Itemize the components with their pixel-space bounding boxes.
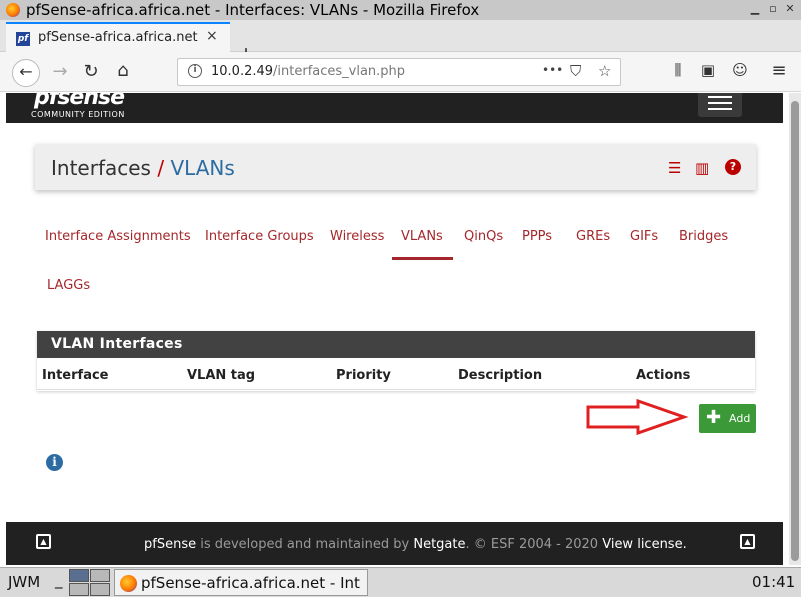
home-button[interactable]: ⌂	[110, 60, 136, 81]
footer-text-1: is developed and maintained by	[196, 537, 414, 552]
forward-button[interactable]: →	[47, 61, 73, 82]
info-icon[interactable]: i	[46, 454, 63, 471]
footer-brand[interactable]: pfSense	[144, 537, 196, 552]
show-desktop-button[interactable]: _	[55, 571, 63, 589]
browser-navbar: ← → ↻ ⌂ i 10.0.2.49/interfaces_vlan.php …	[0, 52, 801, 92]
footer-text-2: . © ESF 2004 - 2020	[465, 537, 603, 552]
page-footer: ▲ pfSense is developed and maintained by…	[6, 522, 783, 565]
tab-gifs[interactable]: GIFs	[630, 229, 658, 244]
close-icon[interactable]: ✕	[784, 3, 796, 15]
page-scrollbar[interactable]	[789, 93, 801, 565]
footer-text: pfSense is developed and maintained by N…	[144, 537, 687, 552]
menu-icon[interactable]: ≡	[766, 60, 792, 81]
settings-sliders-icon[interactable]: ☰	[668, 159, 681, 177]
back-button[interactable]: ←	[12, 59, 40, 87]
breadcrumb: Interfaces / VLANs ☰ ▥ ?	[35, 144, 756, 190]
panel-title: VLAN Interfaces	[37, 331, 755, 358]
vlan-interfaces-panel: VLAN Interfaces Interface VLAN tag Prior…	[37, 331, 755, 391]
tab-ppps[interactable]: PPPs	[522, 229, 552, 244]
breadcrumb-section[interactable]: Interfaces	[51, 156, 151, 180]
plus-icon: ✚	[706, 407, 722, 428]
table-divider	[37, 389, 755, 390]
site-info-icon[interactable]: i	[188, 64, 202, 78]
sidebar-icon[interactable]: ▣	[695, 61, 721, 79]
account-icon[interactable]: ☺	[727, 61, 753, 79]
tab-laggs[interactable]: LAGGs	[47, 278, 90, 293]
firefox-icon	[6, 3, 20, 17]
column-header-priority: Priority	[336, 368, 391, 383]
page-title: Interfaces / VLANs	[51, 156, 235, 180]
column-header-description: Description	[458, 368, 543, 383]
url-text[interactable]: 10.0.2.49/interfaces_vlan.php	[211, 64, 405, 79]
desktop-pager[interactable]	[69, 569, 111, 597]
library-icon[interactable]: ⫼	[665, 61, 691, 79]
minimize-icon[interactable]: ▁	[749, 3, 761, 15]
tab-qinqs[interactable]: QinQs	[464, 229, 503, 244]
footer-license-link[interactable]: View license.	[602, 537, 687, 552]
pfsense-header: pfsense COMMUNITY EDITION	[6, 93, 783, 123]
reload-button[interactable]: ↻	[78, 61, 104, 82]
firefox-icon	[120, 575, 137, 592]
scroll-top-icon-left[interactable]: ▲	[36, 534, 51, 549]
scrollbar-thumb[interactable]	[791, 101, 799, 561]
tab-close-icon[interactable]: ×	[206, 28, 218, 44]
pfsense-favicon-icon: pf	[16, 32, 30, 46]
column-header-vlan-tag: VLAN tag	[187, 368, 256, 383]
window-titlebar: pfSense-africa.africa.net - Interfaces: …	[0, 0, 801, 20]
start-menu-button[interactable]: JWM	[8, 573, 40, 591]
bookmark-star-icon[interactable]: ☆	[598, 62, 611, 80]
red-arrow-annotation	[586, 399, 689, 435]
tab-label: pfSense-africa.africa.net	[38, 30, 198, 45]
tab-gres[interactable]: GREs	[576, 229, 610, 244]
bar-chart-icon[interactable]: ▥	[695, 159, 709, 177]
tab-wireless[interactable]: Wireless	[330, 229, 384, 244]
clock: 01:41	[752, 573, 796, 591]
page-content: pfsense COMMUNITY EDITION Interfaces / V…	[0, 93, 789, 565]
column-header-interface: Interface	[42, 368, 109, 383]
tab-interface-assignments[interactable]: Interface Assignments	[45, 229, 191, 244]
breadcrumb-page[interactable]: VLANs	[170, 156, 234, 180]
help-icon[interactable]: ?	[725, 159, 741, 175]
tab-vlans[interactable]: VLANs	[401, 229, 443, 244]
scroll-top-icon-right[interactable]: ▲	[740, 534, 755, 549]
tab-bridges[interactable]: Bridges	[679, 229, 728, 244]
browser-tab[interactable]: pf pfSense-africa.africa.net ×	[6, 22, 230, 52]
column-header-actions: Actions	[636, 368, 691, 383]
breadcrumb-separator: /	[157, 156, 165, 180]
taskbar: JWM _ pfSense-africa.africa.net - Int 01…	[0, 567, 801, 597]
window-title: pfSense-africa.africa.net - Interfaces: …	[26, 1, 480, 19]
taskbar-window-title: pfSense-africa.africa.net - Int	[141, 574, 360, 592]
taskbar-firefox-window[interactable]: pfSense-africa.africa.net - Int	[114, 569, 368, 596]
browser-tabbar: pf pfSense-africa.africa.net × +	[0, 20, 801, 66]
pocket-icon[interactable]: ⛉	[570, 62, 581, 80]
add-vlan-button[interactable]: ✚ Add	[699, 404, 756, 433]
add-button-label: Add	[729, 412, 751, 425]
tab-interface-groups[interactable]: Interface Groups	[205, 229, 314, 244]
pfsense-edition: COMMUNITY EDITION	[31, 110, 125, 119]
active-tab-indicator	[392, 257, 453, 260]
hamburger-menu-button[interactable]	[698, 93, 742, 117]
page-actions-icon[interactable]: •••	[542, 63, 563, 77]
footer-company-link[interactable]: Netgate	[413, 537, 465, 552]
url-bar[interactable]: i 10.0.2.49/interfaces_vlan.php ••• ⛉ ☆	[177, 58, 621, 86]
pfsense-logo[interactable]: pfsense	[34, 93, 125, 110]
maximize-icon[interactable]: ▫	[767, 3, 779, 15]
